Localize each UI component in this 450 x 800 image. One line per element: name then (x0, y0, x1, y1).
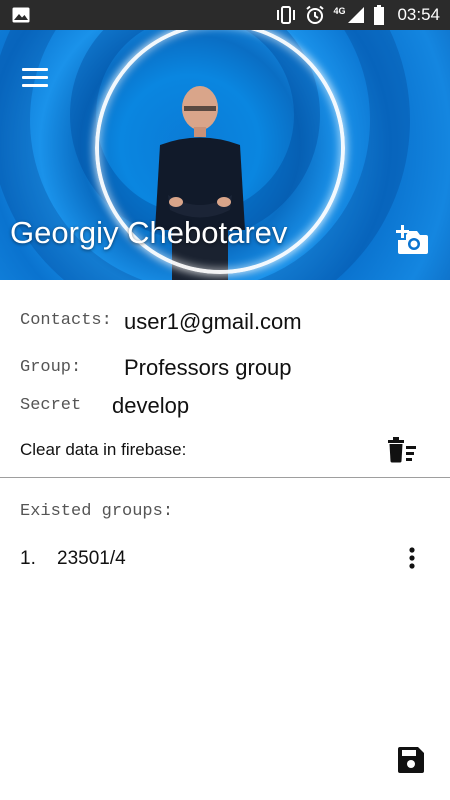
signal-4g-icon (348, 7, 365, 23)
status-bar: 4G 03:54 (0, 0, 450, 30)
hamburger-menu-icon[interactable] (22, 68, 48, 88)
existed-groups-title: Existed groups: (20, 502, 174, 521)
section-divider (0, 477, 450, 478)
group-list-item[interactable]: 1. 23501/4 (0, 540, 450, 576)
status-icons: 4G 03:54 (275, 0, 440, 30)
contacts-value: user1@gmail.com (124, 309, 302, 334)
add-photo-camera-icon[interactable] (395, 225, 429, 255)
battery-icon (374, 5, 385, 25)
profile-name: Georgiy Chebotarev (10, 215, 288, 250)
group-item-index: 1. (20, 548, 36, 569)
clear-data-label: Clear data in firebase: (20, 440, 187, 459)
network-type: 4G (333, 6, 346, 16)
save-icon[interactable] (398, 747, 424, 773)
status-time: 03:54 (397, 5, 440, 24)
secret-label: Secret (20, 396, 82, 415)
alarm-icon (306, 5, 325, 24)
group-item-name: 23501/4 (57, 548, 126, 569)
vibrate-icon (277, 6, 296, 24)
secret-value: develop (112, 393, 190, 418)
profile-header: Georgiy Chebotarev (0, 30, 450, 280)
contacts-label: Contacts: (20, 311, 112, 330)
group-label: Group: (20, 358, 82, 377)
group-value: Professors group (124, 355, 292, 380)
more-vert-icon[interactable] (403, 546, 421, 570)
image-notification-icon (12, 7, 30, 23)
delete-sweep-icon[interactable] (388, 437, 416, 463)
